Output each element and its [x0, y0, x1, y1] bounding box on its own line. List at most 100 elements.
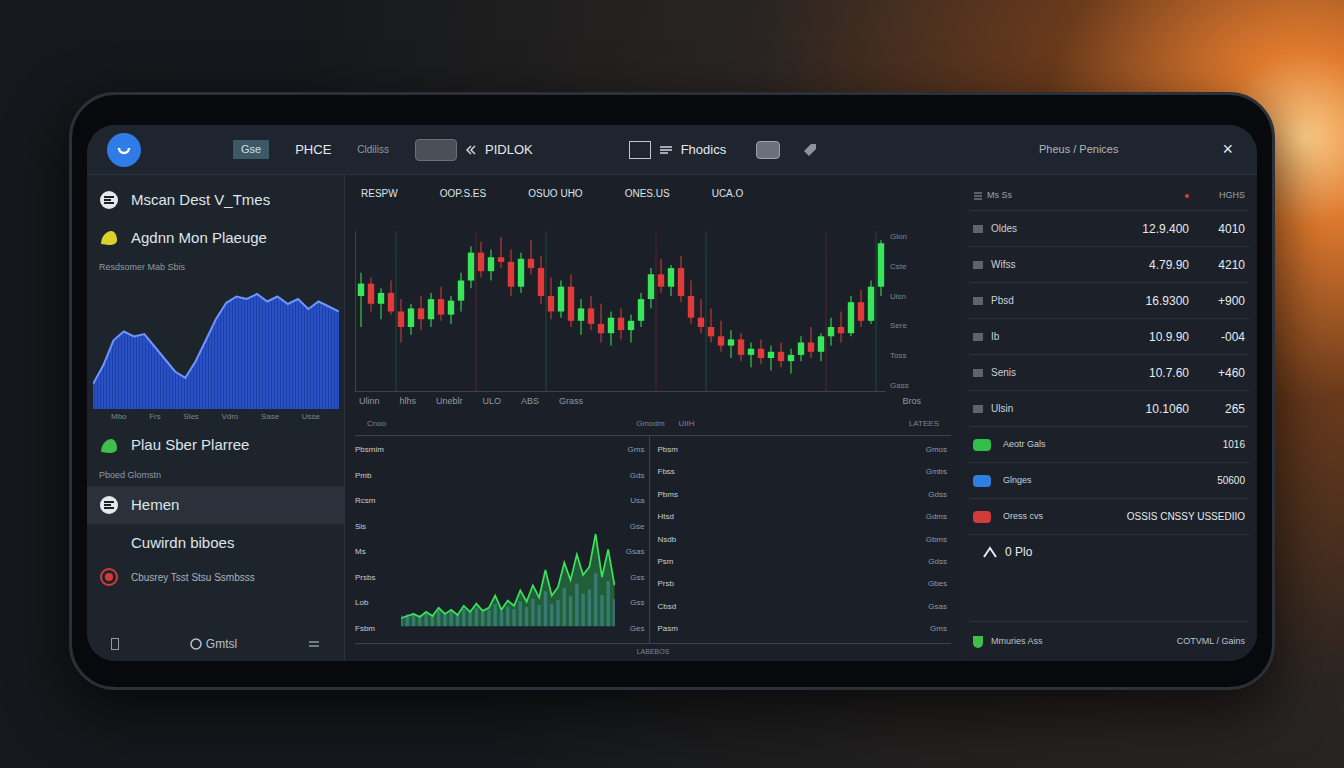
candle — [368, 277, 374, 311]
nav-item[interactable]: PHCE — [295, 140, 331, 160]
nav-item[interactable]: Gse — [233, 140, 269, 159]
candle — [428, 293, 434, 327]
nav-item[interactable]: Cldiliss — [357, 142, 389, 157]
status-icon — [99, 436, 119, 456]
candle — [448, 296, 454, 324]
candle — [698, 299, 704, 333]
summary-icon — [973, 511, 991, 523]
candle — [778, 343, 784, 368]
sidebar: Mscan Dest V_TmesAgdnn Mon PlaeugeResdso… — [87, 175, 345, 661]
candle — [388, 281, 394, 315]
sidebar-item[interactable]: Cbusrey Tsst Stsu Ssmbsss — [87, 562, 344, 592]
candle — [488, 250, 494, 281]
candle — [498, 237, 504, 268]
candle — [508, 250, 514, 297]
panel-icon[interactable] — [111, 638, 119, 650]
detail-panel: PbsmimPmbRcsmSisMsPrsbsLobFsbmGmsGdsUsaG… — [355, 436, 650, 643]
candle — [618, 308, 624, 339]
candle — [788, 349, 794, 374]
close-button[interactable]: × — [1218, 136, 1237, 163]
watchlist-footer: Mmuries AssCOTVML / Gains — [969, 621, 1249, 661]
wave-caption: Resdsomer Mab Sbis — [87, 257, 344, 275]
summary-row[interactable]: Oress cvsOSSIS CNSSY USSEDIIO — [969, 499, 1249, 535]
candle — [808, 327, 814, 358]
spike-chart — [401, 515, 615, 635]
summary-row[interactable]: Glnges50600 — [969, 463, 1249, 499]
square-icon — [629, 141, 651, 159]
nav-item[interactable]: PIDLOK — [415, 139, 533, 161]
asset-icon — [973, 297, 983, 305]
detail-panel: PbsmFbssPbmsHtsdNsdbPsmPrsbCbsdPasmGmosG… — [650, 436, 952, 643]
column-label[interactable]: ONES.US — [625, 186, 670, 201]
candle — [598, 304, 604, 343]
candle — [878, 240, 884, 296]
nav-item[interactable]: Fhodics — [559, 140, 819, 160]
candle — [838, 312, 844, 343]
column-label[interactable]: RESPW — [361, 186, 398, 201]
column-label[interactable]: OSUO UHO — [528, 186, 582, 201]
column-label[interactable]: UCA.O — [712, 186, 744, 201]
watchlist-row[interactable]: Ulsin10.1060265 — [969, 391, 1249, 427]
asset-icon — [973, 261, 983, 269]
watchlist-row[interactable]: Senis10.7.60+460 — [969, 355, 1249, 391]
wave-chart — [93, 279, 339, 409]
moon-icon — [99, 533, 119, 553]
candle — [848, 296, 854, 336]
asset-icon — [973, 333, 983, 341]
watchlist: Ms SsHGHSOldes12.9.4004010Wifss4.79.9042… — [961, 175, 1257, 661]
candle — [568, 274, 574, 327]
candle — [718, 321, 724, 352]
candle — [798, 336, 804, 361]
sidebar-item[interactable]: Cuwirdn biboes — [87, 524, 344, 562]
candle — [828, 318, 834, 346]
alert-icon — [99, 567, 119, 587]
image-icon — [756, 141, 780, 159]
time-axis: UlinnhlhsUneblrULOABSGrassBros — [355, 392, 951, 412]
sidebar-item[interactable]: Mscan Dest V_Tmes — [87, 181, 344, 219]
summary-icon — [973, 475, 991, 487]
market-header: RESPW OOP.S.ES OSUO UHO ONES.US UCA.O — [355, 179, 951, 207]
candle — [438, 287, 444, 321]
section-caption: Pboed Glomstn — [87, 465, 344, 487]
candle — [408, 304, 414, 335]
candle — [538, 256, 544, 304]
summary-icon — [973, 439, 991, 451]
watchlist-row[interactable]: Wifss4.79.904210 — [969, 247, 1249, 283]
logo-icon — [116, 142, 132, 158]
market-footer: LABEBOS — [355, 643, 951, 661]
candle — [608, 312, 614, 346]
candle — [688, 281, 694, 324]
candle — [708, 308, 714, 342]
swap-icon[interactable] — [308, 639, 320, 649]
sidebar-item[interactable]: Hemen — [87, 486, 344, 524]
top-bar: Gse PHCE Cldiliss PIDLOK Fhodics Pheus / Peni… — [87, 125, 1257, 175]
watchlist-row[interactable]: Ib10.9.90-004 — [969, 319, 1249, 355]
sidebar-item[interactable]: Plau Sber Plarree — [87, 427, 344, 465]
candle — [628, 315, 634, 343]
watchlist-row[interactable]: Pbsd16.9300+900 — [969, 283, 1249, 319]
alert-dot — [1185, 194, 1189, 198]
candle — [398, 299, 404, 342]
candle — [748, 343, 754, 368]
action-row[interactable]: 0 Plo — [969, 535, 1249, 569]
sidebar-item[interactable]: Agdnn Mon Plaeuge — [87, 219, 344, 257]
candle — [658, 259, 664, 293]
candle — [868, 281, 874, 324]
screen: Gse PHCE Cldiliss PIDLOK Fhodics Pheus / Peni… — [87, 125, 1257, 661]
shield-icon — [973, 636, 983, 648]
candle — [758, 339, 764, 364]
watchlist-row[interactable]: Oldes12.9.4004010 — [969, 211, 1249, 247]
footer-link[interactable]: Gmtsl — [190, 635, 237, 653]
chevron-icon — [465, 145, 477, 155]
candle — [558, 281, 564, 318]
account-label[interactable]: Pheus / Penices — [1039, 141, 1119, 158]
candle — [518, 253, 524, 293]
app-logo[interactable] — [107, 133, 141, 167]
summary-row[interactable]: Aeotr Gals1016 — [969, 427, 1249, 463]
candle — [728, 330, 734, 358]
status-icon — [99, 228, 119, 248]
phone: Gse PHCE Cldiliss PIDLOK Fhodics Pheus / Peni… — [69, 92, 1275, 690]
tag-icon — [802, 142, 818, 158]
column-label[interactable]: OOP.S.ES — [440, 186, 487, 201]
arrow-icon — [983, 546, 997, 558]
